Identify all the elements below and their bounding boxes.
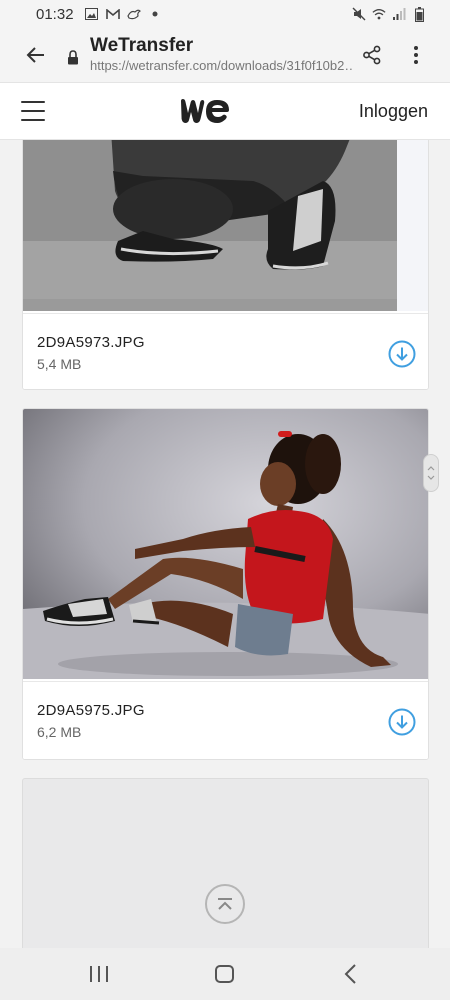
address-bar[interactable]: WeTransfer https://wetransfer.com/downlo… [90, 35, 352, 75]
back-nav-button[interactable] [342, 963, 360, 985]
scrollbar-handle[interactable] [423, 454, 439, 492]
page-title: WeTransfer [90, 35, 194, 56]
recents-button[interactable] [90, 966, 108, 982]
overflow-menu-button[interactable] [402, 41, 430, 69]
wetransfer-logo[interactable]: we [180, 98, 230, 124]
battery-icon [412, 6, 426, 22]
bird-icon [126, 7, 141, 21]
file-info: 2D9A5973.JPG 5,4 MB [23, 313, 428, 389]
download-icon[interactable] [388, 340, 416, 368]
browser-toolbar: WeTransfer https://wetransfer.com/downlo… [0, 28, 450, 82]
dot-icon [148, 7, 162, 21]
file-size: 6,2 MB [37, 724, 82, 740]
file-card: 2D9A5975.JPG 6,2 MB [22, 408, 429, 760]
download-icon[interactable] [388, 708, 416, 736]
site-header: we Inloggen [0, 82, 450, 140]
arrow-left-icon [26, 47, 44, 63]
share-icon [363, 45, 381, 65]
file-card: 2D9A5973.JPG 5,4 MB [22, 140, 429, 390]
photo-preview-2[interactable] [23, 409, 429, 679]
login-link[interactable]: Inloggen [359, 101, 428, 122]
file-size: 5,4 MB [37, 356, 82, 372]
file-name: 2D9A5973.JPG [37, 334, 145, 351]
scroll-to-top-button[interactable] [205, 884, 245, 924]
mute-icon [352, 7, 366, 21]
gmail-icon [105, 7, 120, 21]
file-list: 2D9A5973.JPG 5,4 MB 2D9A5975.JPG 6,2 MB [0, 140, 450, 948]
status-right [352, 6, 426, 22]
hamburger-menu-icon[interactable] [21, 101, 45, 121]
image-icon [85, 7, 99, 21]
chevron-down-icon [427, 475, 435, 480]
signal-icon [392, 7, 406, 21]
share-button[interactable] [358, 41, 386, 69]
status-time: 01:32 [36, 5, 74, 23]
file-name: 2D9A5975.JPG [37, 702, 145, 719]
file-info: 2D9A5975.JPG 6,2 MB [23, 681, 428, 759]
status-bar: 01:32 [0, 0, 450, 28]
status-left: 01:32 [36, 6, 162, 23]
photo-preview-1[interactable] [23, 140, 429, 311]
back-button[interactable] [10, 28, 60, 82]
home-button[interactable] [215, 965, 234, 983]
page-url: https://wetransfer.com/downloads/31f0f10… [90, 58, 352, 73]
chevron-up-icon [218, 898, 232, 910]
lock-icon [66, 49, 80, 65]
chevron-up-icon [427, 466, 435, 471]
navigation-bar [0, 948, 450, 1000]
wifi-icon [372, 7, 386, 21]
more-vert-icon [414, 46, 418, 64]
